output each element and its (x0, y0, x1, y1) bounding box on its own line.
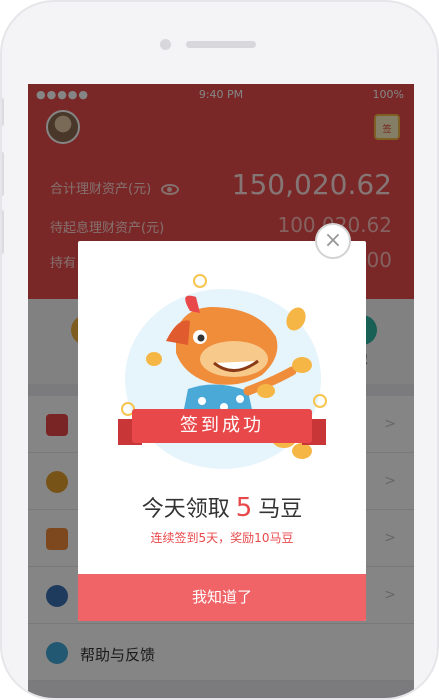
reward-title: 今天领取 5 马豆 (78, 491, 366, 523)
close-symbol: × (323, 228, 343, 253)
reward-subtitle: 连续签到5天，奖励10马豆 (150, 531, 294, 545)
close-icon[interactable]: × (315, 223, 351, 259)
checkin-success-modal: 签到成功 今天领取 5 马豆 连续签到5天，奖励10马豆 我知道了 (78, 241, 366, 621)
side-button (2, 210, 4, 254)
acknowledge-button[interactable]: 我知道了 (78, 574, 366, 621)
phone-frame: ●●●●● 9:40 PM 100% 签 合计理财资产(元) 150,020.6… (0, 0, 439, 700)
side-button (2, 98, 4, 126)
reward-number: 5 (235, 493, 253, 523)
reward-prefix: 今天领取 (141, 497, 230, 522)
camera-dot (160, 39, 171, 50)
reward-suffix: 马豆 (258, 497, 303, 522)
speaker-slot (186, 41, 256, 48)
side-button (2, 152, 4, 196)
checkin-banner: 签到成功 (132, 409, 312, 443)
horse-mascot-illustration: 签到成功 (78, 241, 366, 479)
app-screen: ●●●●● 9:40 PM 100% 签 合计理财资产(元) 150,020.6… (28, 84, 414, 698)
